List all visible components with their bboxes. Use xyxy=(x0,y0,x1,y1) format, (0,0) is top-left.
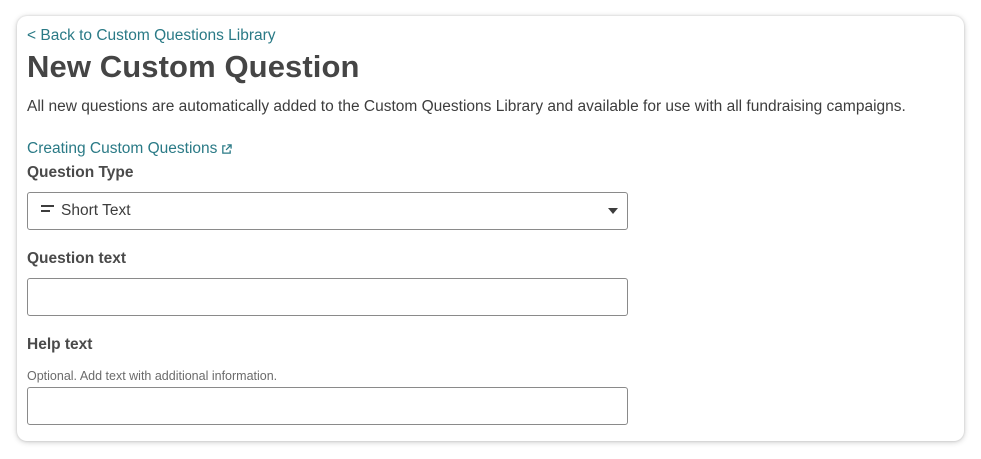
page-title: New Custom Question xyxy=(27,49,360,84)
help-text-hint: Optional. Add text with additional infor… xyxy=(27,369,278,383)
help-text-label: Help text xyxy=(27,336,93,353)
external-link-icon xyxy=(222,143,233,154)
question-type-value: Short Text xyxy=(61,202,131,219)
question-type-label: Question Type xyxy=(27,164,134,181)
form-card: < Back to Custom Questions Library New C… xyxy=(17,16,964,441)
question-text-label: Question text xyxy=(27,250,127,267)
question-text-input[interactable] xyxy=(27,278,628,316)
question-type-select[interactable]: Short Text xyxy=(27,192,628,230)
page-description: All new questions are automatically adde… xyxy=(27,98,906,115)
short-text-icon xyxy=(41,205,54,217)
chevron-down-icon xyxy=(608,208,618,214)
back-to-library-link[interactable]: < Back to Custom Questions Library xyxy=(27,27,276,45)
creating-custom-questions-link[interactable]: Creating Custom Questions xyxy=(27,140,233,158)
help-link-label: Creating Custom Questions xyxy=(27,140,218,157)
help-text-input[interactable] xyxy=(27,387,628,425)
